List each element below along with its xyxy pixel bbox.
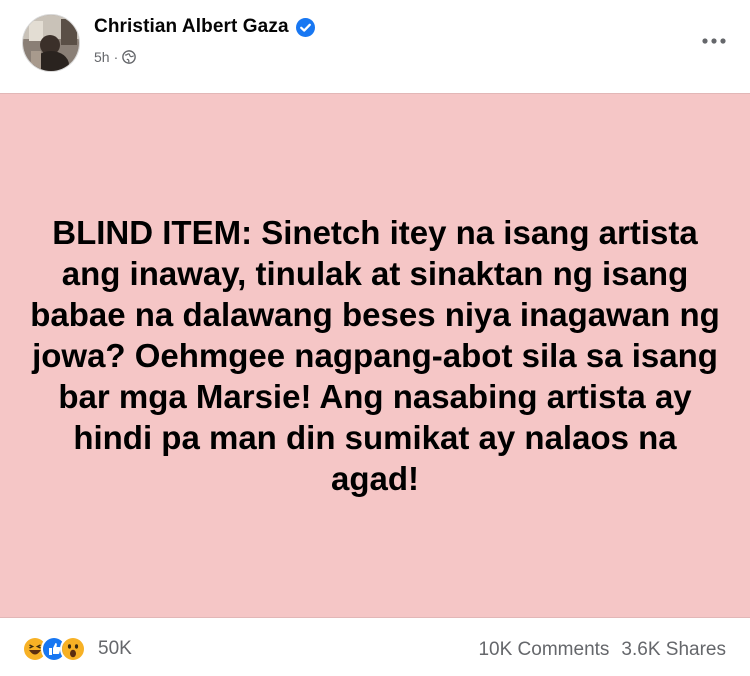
post-timestamp[interactable]: 5h — [94, 49, 110, 65]
globe-icon[interactable] — [122, 50, 137, 64]
avatar[interactable] — [22, 14, 80, 72]
verified-badge-icon — [295, 17, 315, 37]
post-meta: 5h · — [94, 49, 137, 65]
post-header: Christian Albert Gaza 5h · — [0, 0, 750, 92]
post-stats: 10K Comments 3.6K Shares — [478, 639, 726, 661]
avatar-photo — [23, 15, 79, 71]
reactions-summary[interactable]: 50K — [22, 636, 132, 662]
post-background: BLIND ITEM: Sinetch itey na isang artist… — [0, 93, 750, 618]
post-text: BLIND ITEM: Sinetch itey na isang artist… — [30, 214, 720, 497]
post-footer: 50K 10K Comments 3.6K Shares — [0, 618, 750, 676]
shares-count-link[interactable]: 3.6K Shares — [621, 639, 726, 661]
wow-reaction-icon — [60, 636, 86, 662]
meta-separator: · — [113, 49, 119, 65]
comments-count-link[interactable]: 10K Comments — [478, 639, 609, 661]
more-options-icon[interactable] — [696, 26, 732, 56]
author-name[interactable]: Christian Albert Gaza — [94, 16, 289, 38]
reaction-count[interactable]: 50K — [98, 638, 132, 660]
author-name-row: Christian Albert Gaza — [94, 16, 315, 38]
